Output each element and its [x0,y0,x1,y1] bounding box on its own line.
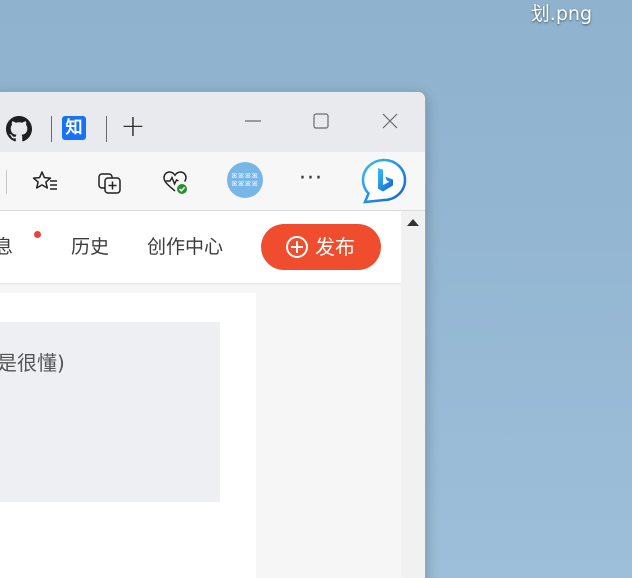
page-viewport: 消息 历史 创作中心 发布 不是很懂) [0,211,401,578]
favorites-icon[interactable] [31,168,59,196]
github-icon[interactable] [6,116,32,142]
new-tab-button[interactable]: + [119,112,147,142]
zhihu-tab-icon[interactable]: 知 [62,116,86,140]
browser-essentials-icon[interactable] [161,168,189,196]
tab-separator [106,116,107,142]
minimize-button[interactable] [233,106,273,136]
close-icon [382,113,398,129]
collections-icon[interactable] [96,168,124,196]
profile-avatar[interactable]: ꕤꕤꕤꕤ ꕤꕤꕤꕤ [227,162,263,198]
close-button[interactable] [370,106,410,136]
nav-messages-label: 消息 [0,236,13,258]
desktop-file-label[interactable]: 划.png [531,2,592,26]
nav-history-label: 历史 [71,236,110,258]
desktop-background: 划.png 知 + ꕤꕤꕤꕤ ꕤꕤꕤꕤ ··· 历史 创作中心 发布 很懂) [0,0,632,578]
bing-copilot-icon[interactable] [361,158,407,204]
nav-messages[interactable]: 消息 [0,235,13,259]
site-navbar: 消息 历史 创作中心 发布 [0,211,401,283]
tab-strip: 知 + [0,92,425,152]
publish-button[interactable]: 发布 [261,224,381,270]
browser-window: 知 + ꕤꕤꕤꕤ ꕤꕤꕤꕤ ··· 历史 创作中心 发布 很懂) [0,91,426,578]
quote-text: 不是很懂) [0,351,65,375]
scroll-up-arrow-icon[interactable] [407,219,419,226]
maximize-icon [313,113,329,129]
plus-circle-icon [286,236,308,258]
desktop-file-name: 划.png [530,3,592,25]
minimize-icon [245,120,261,122]
notification-dot [34,231,41,238]
publish-label: 发布 [315,235,355,259]
toolbar-separator [6,170,7,194]
avatar-art: ꕤꕤꕤꕤ ꕤꕤꕤꕤ [231,172,259,188]
quote-block: 不是很懂) [0,322,220,502]
zhihu-tab-glyph: 知 [65,118,83,138]
more-options-glyph: ··· [299,166,323,191]
tab-separator [51,116,52,142]
vertical-scrollbar[interactable] [401,211,425,578]
browser-toolbar: ꕤꕤꕤꕤ ꕤꕤꕤꕤ ··· [0,152,425,211]
plus-icon: + [120,109,146,144]
nav-creator-center[interactable]: 创作中心 [147,235,223,259]
nav-creator-center-label: 创作中心 [147,236,224,258]
maximize-button[interactable] [301,106,341,136]
content-card: 不是很懂) [0,293,256,578]
more-options-icon[interactable]: ··· [299,166,323,191]
nav-history[interactable]: 历史 [71,235,109,259]
